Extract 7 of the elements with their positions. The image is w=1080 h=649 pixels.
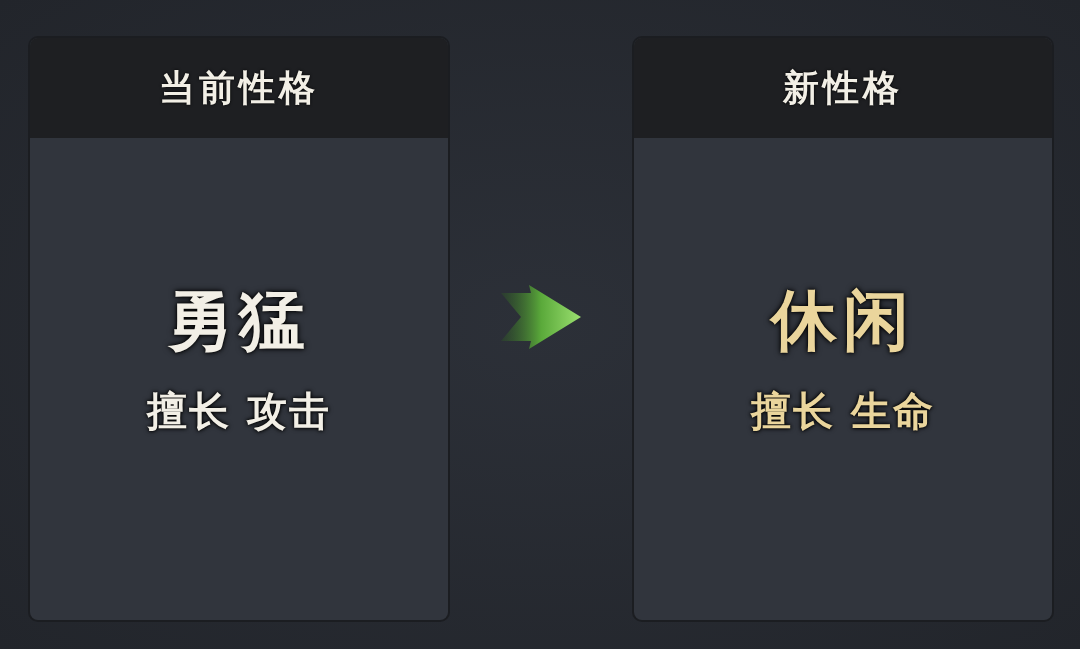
personality-name: 勇猛	[167, 280, 311, 361]
personality-name: 休闲	[771, 280, 915, 361]
specialty-text: 擅长 攻击	[147, 386, 331, 436]
card-title: 新性格	[783, 64, 903, 110]
card-title: 当前性格	[159, 64, 319, 110]
specialty-text: 擅长 生命	[751, 386, 935, 436]
arrow-icon	[501, 285, 581, 349]
